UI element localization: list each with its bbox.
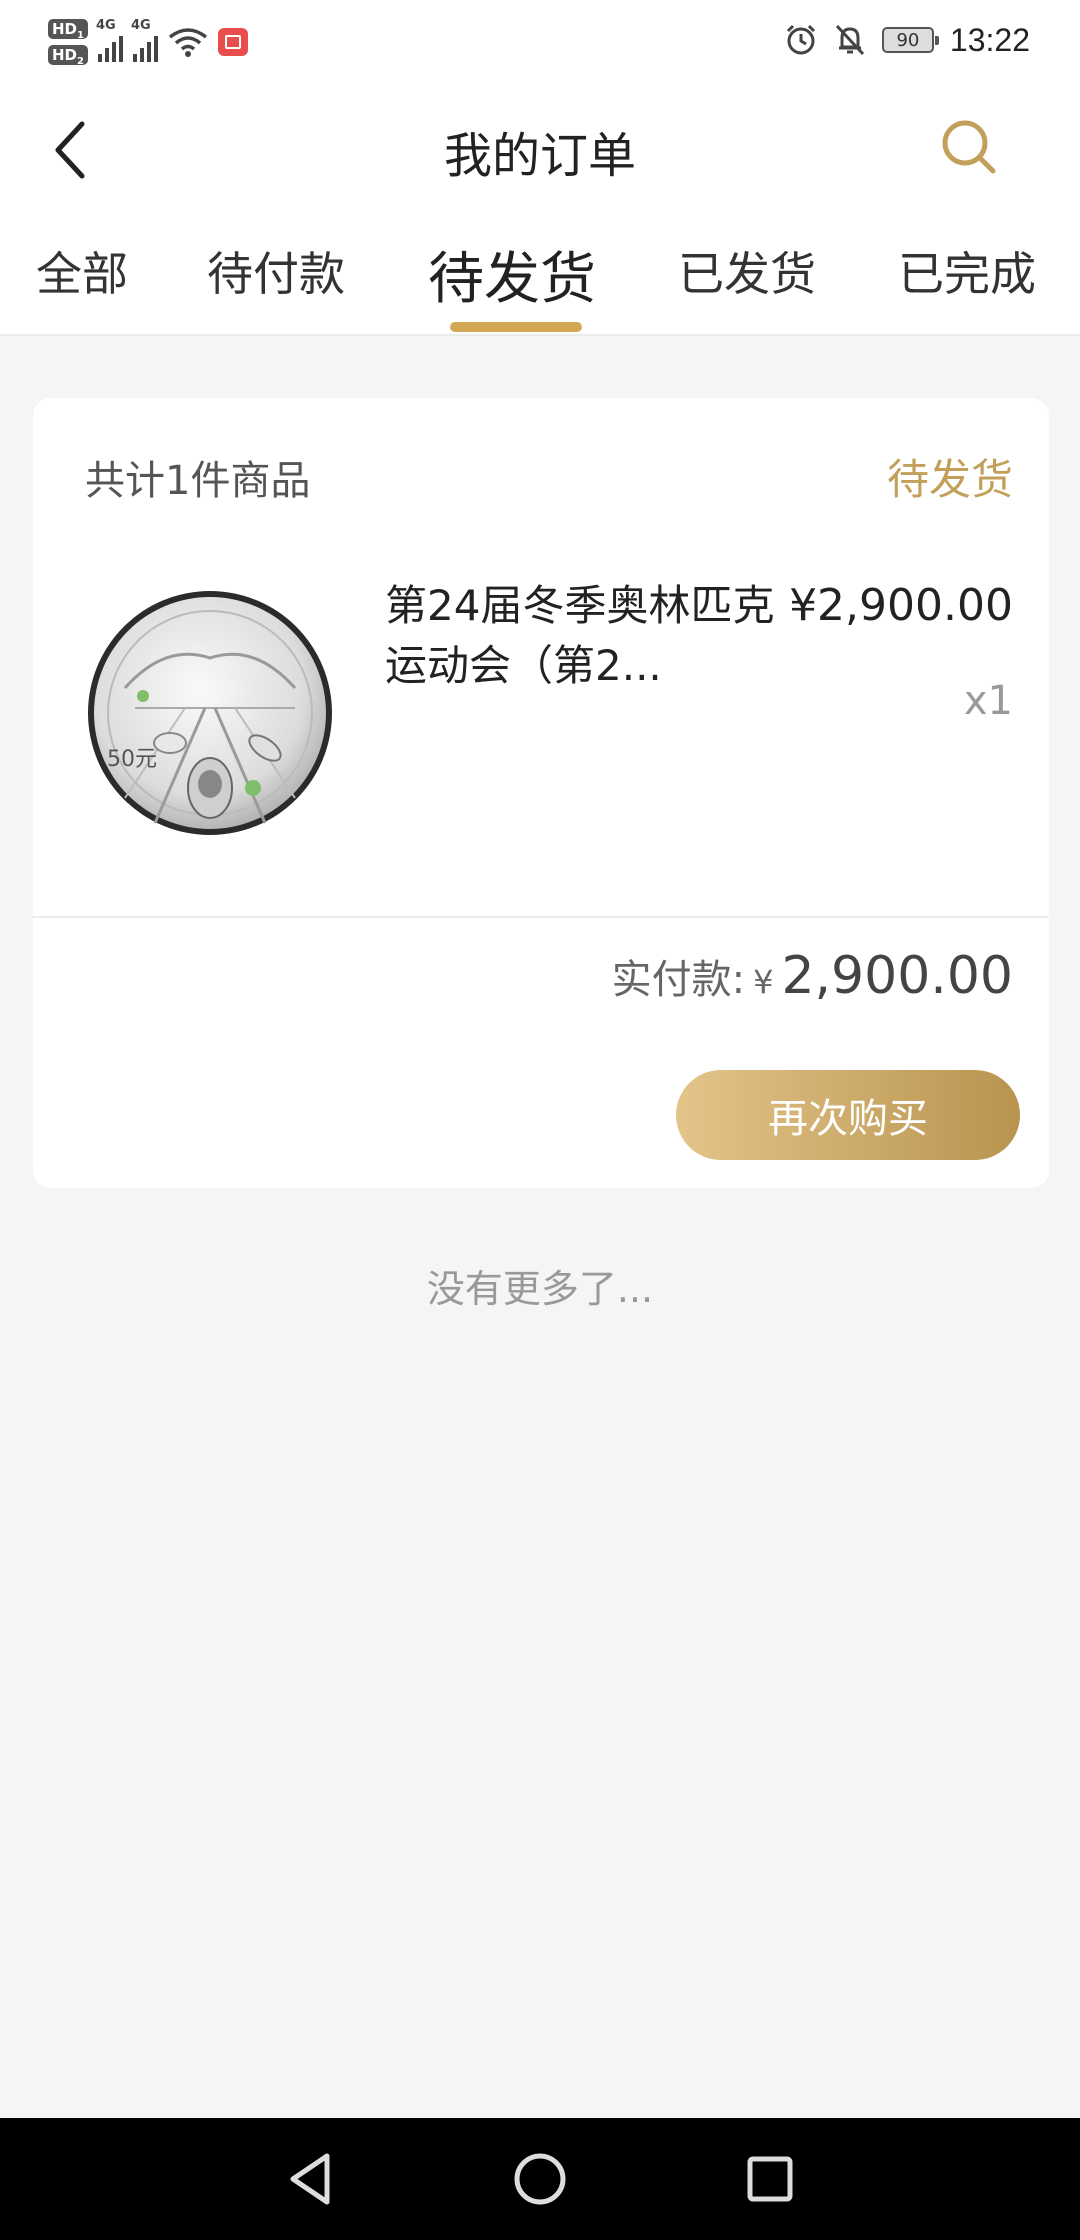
network-type-1: 4G <box>95 18 116 33</box>
app-header: 我的订单 <box>0 80 1080 220</box>
hd-indicators: HD1 HD2 <box>48 19 88 67</box>
nav-recents-button[interactable] <box>735 2144 805 2214</box>
paid-amount: 2,900.00 <box>781 946 1013 1006</box>
recents-square-icon <box>747 2156 793 2202</box>
bell-off-icon <box>835 24 865 56</box>
product-name[interactable]: 第24届冬季奥林匹克运动会（第2... <box>385 576 775 696</box>
status-right: 90 13:22 <box>784 18 1030 62</box>
system-nav-bar <box>0 2118 1080 2240</box>
order-status: 待发货 <box>886 455 1013 504</box>
hd1-badge: HD1 <box>48 19 88 41</box>
tab-shipped[interactable]: 已发货 <box>678 238 816 304</box>
alarm-icon <box>786 24 815 55</box>
tab-completed[interactable]: 已完成 <box>898 238 1036 304</box>
back-triangle-icon <box>290 2153 330 2205</box>
status-left: HD1 HD2 4G 4G <box>48 14 248 70</box>
coin-denomination: 50元 <box>107 747 157 772</box>
product-quantity: x1 <box>963 678 1013 724</box>
product-image[interactable]: 50元 <box>85 588 335 838</box>
nav-back-button[interactable] <box>275 2144 345 2214</box>
tab-all[interactable]: 全部 <box>36 238 128 304</box>
paid-currency: ¥ <box>753 963 774 1001</box>
buy-again-button[interactable]: 再次购买 <box>676 1070 1020 1160</box>
battery-level: 90 <box>896 29 920 51</box>
clock: 13:22 <box>949 21 1030 58</box>
hd2-badge: HD2 <box>48 45 88 67</box>
product-price: ¥2,900.00 <box>789 580 1013 631</box>
active-tab-indicator <box>450 322 582 332</box>
tab-pending-payment[interactable]: 待付款 <box>207 238 345 304</box>
order-tabs: 全部 待付款 待发货 已发货 已完成 <box>0 220 1080 336</box>
battery-icon: 90 <box>881 27 939 53</box>
divider <box>33 916 1049 918</box>
page-title: 我的订单 <box>443 128 636 184</box>
no-more-text: 没有更多了... <box>426 1267 654 1311</box>
status-bar: HD1 HD2 4G 4G 90 13:22 <box>0 0 1080 80</box>
network-type-2: 4G <box>130 18 151 33</box>
signal-icon: 4G <box>131 18 158 62</box>
item-count: 共计1件商品 <box>85 458 311 504</box>
nav-home-button[interactable] <box>505 2144 575 2214</box>
search-icon <box>942 120 996 174</box>
book-app-icon <box>217 28 248 56</box>
home-circle-icon <box>514 2153 566 2205</box>
order-card[interactable]: 共计1件商品 待发货 50元 第24届冬季奥林匹克运动会（第2... ¥2,90… <box>33 398 1049 1188</box>
tab-pending-shipment[interactable]: 待发货 <box>428 234 596 315</box>
wifi-icon <box>168 28 208 57</box>
signal-icon: 4G <box>96 18 123 62</box>
paid-label: 实付款: <box>611 957 746 1003</box>
search-button[interactable] <box>936 114 1002 180</box>
paid-total-row: 实付款: ¥ 2,900.00 <box>612 946 1013 1006</box>
screen: HD1 HD2 4G 4G 90 13:22 我的订单 全部 待付款 待发货 已… <box>0 0 1080 2240</box>
